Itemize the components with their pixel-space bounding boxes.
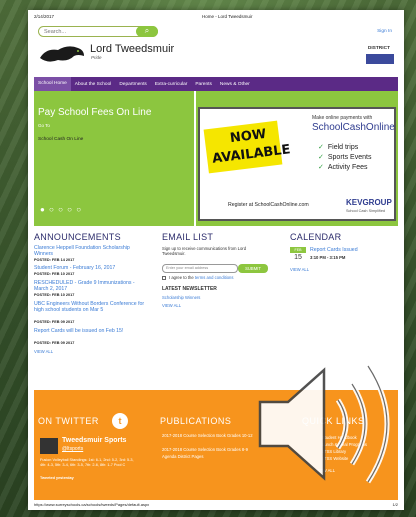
email-description: Sign up to receive communications from L… <box>162 246 247 256</box>
twitter-title: ON TWITTER <box>38 416 99 426</box>
announcement-4-posted: POSTED: FEB 09 2017 <box>34 320 75 324</box>
banner-right-panel: NOW AVAILABLE Make online payments with … <box>196 91 398 226</box>
ad-bullet-2: Sports Events <box>327 154 372 161</box>
newsletter-link[interactable]: Scholarship Winners <box>162 295 200 301</box>
school-name: Lord Tweedsmuir <box>90 43 175 55</box>
ad-bullet-3: Activity Fees <box>327 164 368 171</box>
banner-title: Pay School Fees On Line <box>38 107 152 118</box>
calendar-day: 15 <box>294 254 302 261</box>
announcement-2-posted: POSTED: FEB 10 2017 <box>34 272 75 276</box>
publication-2[interactable]: 2017-2018 Course Selection Book Grades 8… <box>162 447 262 452</box>
print-footer: https://www.surreyschools.ca/schools/twe… <box>34 502 398 510</box>
search-icon: ⌕ <box>144 26 150 35</box>
announcement-5[interactable]: Report Cards will be issued on Feb 15! <box>34 328 146 334</box>
tweet-time: Tweeted yesterday <box>40 476 74 480</box>
publication-3[interactable]: Agenda District Pages <box>162 454 262 459</box>
announcement-3[interactable]: RESCHEDULED - Grade 9 Immunizations - Ma… <box>34 280 146 292</box>
schoolcash-ad[interactable]: NOW AVAILABLE Make online payments with … <box>198 107 396 221</box>
email-field[interactable]: Enter your email address <box>162 264 238 273</box>
terms-checkbox[interactable] <box>162 276 166 280</box>
calendar-view-all[interactable]: VIEW ALL <box>290 267 309 273</box>
email-list-title: EMAIL LIST <box>162 232 214 242</box>
announcement-3-posted: POSTED: FEB 10 2017 <box>34 293 75 297</box>
ad-brand: SchoolCashOnline <box>312 122 395 133</box>
tweet-text: Fusion Volleyball Standings: 1st: 6-1, 2… <box>40 458 134 467</box>
nav-extracurricular[interactable]: Extra-curricular <box>151 82 192 87</box>
check-icon: ✓ <box>318 154 324 161</box>
nav-school-home[interactable]: School Home <box>34 77 71 91</box>
kevgroup-logo: KEVGROUP <box>346 198 392 207</box>
print-page-number: 1/2 <box>392 502 398 507</box>
ad-register: Register at SchoolCashOnline.com <box>228 202 309 208</box>
district-logo-icon[interactable] <box>366 54 394 64</box>
publication-1[interactable]: 2017-2018 Course Selection Book Grades 1… <box>162 433 262 438</box>
announcement-1-posted: POSTED: FEB 14 2017 <box>34 258 75 262</box>
ad-bullets: ✓ Field trips ✓ Sports Events ✓ Activity Fe… <box>318 143 371 173</box>
ad-bullet-1: Field trips <box>327 144 359 151</box>
check-icon: ✓ <box>318 164 324 171</box>
twitter-avatar <box>40 438 58 454</box>
print-page-title: Home - Lord Tweedsmuir <box>202 14 253 19</box>
announcement-1[interactable]: Clarence Heppell Foundation Scholarship … <box>34 245 146 257</box>
calendar-event[interactable]: Report Cards Issued <box>310 247 358 253</box>
nav-departments[interactable]: Departments <box>115 82 150 87</box>
announcement-2[interactable]: Student Forum - February 16, 2017 <box>34 265 154 271</box>
calendar-title: CALENDAR <box>290 232 342 242</box>
banner-goto: Go To <box>38 123 50 128</box>
newsletter-title: LATEST NEWSLETTER <box>162 286 217 292</box>
nav-news-other[interactable]: News & Other <box>216 82 254 87</box>
print-date: 2/14/2017 <box>34 14 55 19</box>
carousel-dots[interactable]: ● ○ ○ ○ ○ <box>40 205 82 214</box>
terms-agree-prefix: I agree to the <box>169 275 195 280</box>
school-cash-link[interactable]: School Cash On Line <box>38 137 83 142</box>
calendar-event-time: 3:10 PM - 3:15 PM <box>310 255 346 260</box>
main-nav: School Home About the School Departments… <box>34 77 398 91</box>
print-header: 2/14/2017 Home - Lord Tweedsmuir <box>34 14 398 22</box>
school-motto: Pride <box>91 55 102 60</box>
sign-in-link[interactable]: Sign In <box>377 29 392 34</box>
twitter-name[interactable]: Tweedsmuir Sports <box>62 437 126 444</box>
publications-title: PUBLICATIONS <box>160 416 232 426</box>
speaker-icon[interactable] <box>254 354 410 494</box>
district-label: DISTRICT <box>367 46 390 51</box>
announcement-4[interactable]: UBC Engineers Without Borders Conference… <box>34 301 146 313</box>
panther-logo-icon <box>40 46 84 62</box>
announcements-title: ANNOUNCEMENTS <box>34 232 121 242</box>
terms-link[interactable]: terms and conditions <box>195 275 234 280</box>
kevgroup-tagline: School Cash Simplified <box>346 209 386 213</box>
terms-agree: I agree to the terms and conditions <box>169 275 233 280</box>
twitter-icon[interactable]: t <box>112 413 128 429</box>
nav-about[interactable]: About the School <box>71 82 116 87</box>
print-url: https://www.surreyschools.ca/schools/twe… <box>34 502 150 507</box>
ad-make-payments: Make online payments with <box>312 115 373 121</box>
check-icon: ✓ <box>318 144 324 151</box>
banner-left-panel: Pay School Fees On Line Go To School Cas… <box>34 91 194 226</box>
announcements-view-all[interactable]: VIEW ALL <box>34 349 53 355</box>
calendar-month: FEB <box>290 247 306 253</box>
nav-parents[interactable]: Parents <box>191 82 216 87</box>
search-button[interactable]: ⌕ <box>136 26 158 37</box>
email-view-all[interactable]: VIEW ALL <box>162 303 181 309</box>
email-submit-button[interactable]: SUBMIT <box>238 264 268 273</box>
announcement-5-posted: POSTED: FEB 09 2017 <box>34 341 75 345</box>
twitter-handle[interactable]: @ltsports <box>62 446 83 452</box>
